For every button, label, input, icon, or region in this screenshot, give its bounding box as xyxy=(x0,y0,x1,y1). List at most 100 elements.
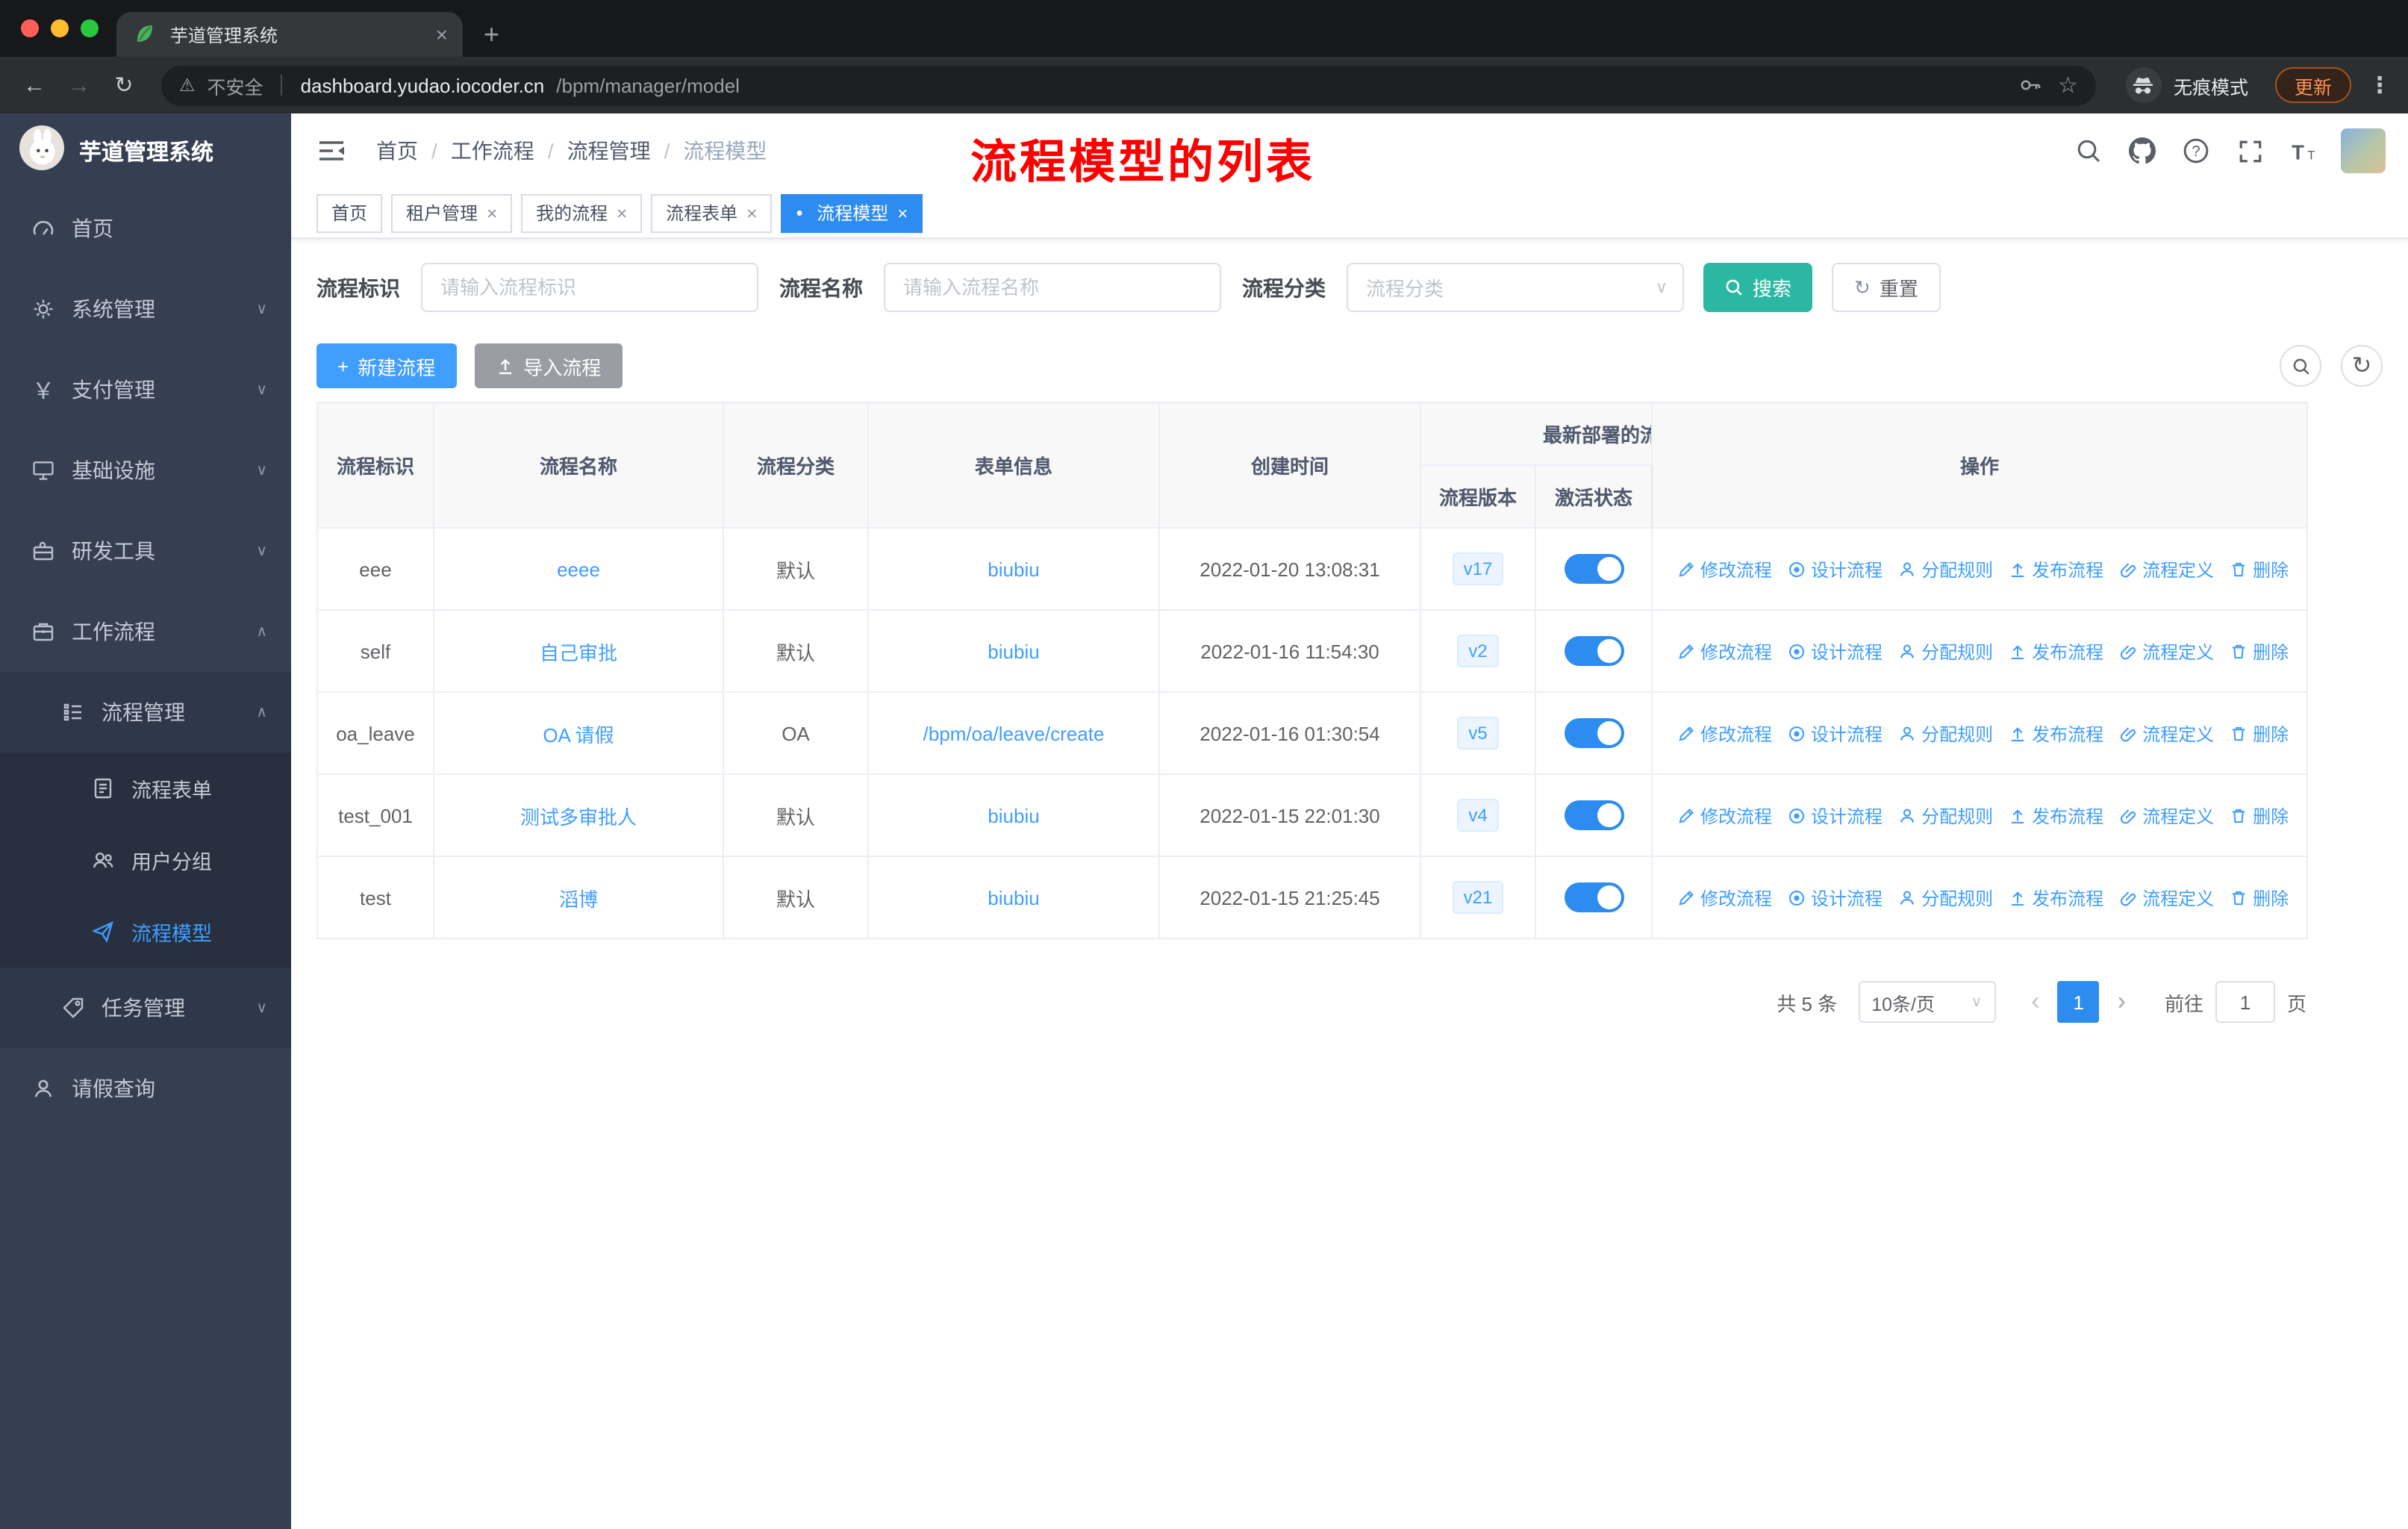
form-link[interactable]: biubiu xyxy=(988,804,1039,826)
process-key-input[interactable] xyxy=(421,263,758,312)
op-design-link[interactable]: 设计流程 xyxy=(1787,638,1883,664)
font-size-icon[interactable]: TT xyxy=(2287,134,2320,167)
op-definition-link[interactable]: 流程定义 xyxy=(2118,556,2214,582)
browser-update-button[interactable]: 更新 xyxy=(2274,67,2351,103)
active-switch[interactable] xyxy=(1564,554,1623,584)
window-close-button[interactable] xyxy=(21,19,39,37)
form-link[interactable]: /bpm/oa/leave/create xyxy=(923,722,1105,744)
op-edit-link[interactable]: 修改流程 xyxy=(1676,803,1772,828)
form-link[interactable]: biubiu xyxy=(988,640,1039,662)
collapse-sidebar-icon[interactable] xyxy=(314,133,349,169)
page-size-select[interactable]: 10条/页 ∨ xyxy=(1858,981,1996,1023)
tag-tenant[interactable]: 租户管理 × xyxy=(391,193,513,232)
search-icon[interactable] xyxy=(2072,134,2105,167)
bookmark-star-icon[interactable]: ☆ xyxy=(2058,72,2078,99)
refresh-table-button[interactable]: ↻ xyxy=(2341,345,2383,387)
sidebar-item-process-model[interactable]: 流程模型 xyxy=(0,896,291,968)
category-select[interactable]: 流程分类 ∨ xyxy=(1347,263,1684,312)
user-avatar[interactable] xyxy=(2341,128,2386,173)
show-search-button[interactable] xyxy=(2280,345,2321,387)
breadcrumb-item[interactable]: 首页 xyxy=(376,136,418,166)
password-key-icon[interactable] xyxy=(2016,72,2043,99)
close-icon[interactable]: × xyxy=(617,204,627,222)
active-switch[interactable] xyxy=(1564,718,1623,748)
op-publish-link[interactable]: 发布流程 xyxy=(2008,556,2103,582)
op-assign-link[interactable]: 分配规则 xyxy=(1897,885,1993,910)
window-minimize-button[interactable] xyxy=(51,19,69,37)
next-page-button[interactable]: › xyxy=(2118,987,2126,1017)
help-icon[interactable]: ? xyxy=(2180,134,2212,167)
github-icon[interactable] xyxy=(2126,134,2159,167)
op-publish-link[interactable]: 发布流程 xyxy=(2008,638,2103,664)
active-switch[interactable] xyxy=(1564,800,1623,830)
page-number-button[interactable]: 1 xyxy=(2057,981,2100,1023)
close-icon[interactable]: × xyxy=(897,204,908,222)
goto-page-input[interactable] xyxy=(2215,981,2275,1023)
form-link[interactable]: biubiu xyxy=(988,886,1039,909)
back-icon[interactable]: ← xyxy=(15,72,54,98)
breadcrumb-item[interactable]: 工作流程 xyxy=(451,136,534,166)
fullscreen-icon[interactable] xyxy=(2233,134,2266,167)
sidebar-item-devtools[interactable]: 研发工具 ∨ xyxy=(0,511,291,591)
new-tab-button[interactable]: + xyxy=(484,21,499,48)
process-name-link[interactable]: OA 请假 xyxy=(543,723,614,746)
op-publish-link[interactable]: 发布流程 xyxy=(2008,803,2103,828)
sidebar-item-leave-query[interactable]: 请假查询 xyxy=(0,1048,291,1129)
op-publish-link[interactable]: 发布流程 xyxy=(2008,885,2103,910)
sidebar-item-task-mgmt[interactable]: 任务管理 ∨ xyxy=(0,968,291,1048)
close-icon[interactable]: × xyxy=(487,204,497,222)
op-assign-link[interactable]: 分配规则 xyxy=(1897,803,1993,828)
op-assign-link[interactable]: 分配规则 xyxy=(1897,720,1993,746)
sidebar-item-payment[interactable]: ￥ 支付管理 ∨ xyxy=(0,349,291,430)
active-switch[interactable] xyxy=(1564,636,1623,666)
process-name-link[interactable]: 测试多审批人 xyxy=(520,806,637,828)
create-process-button[interactable]: + 新建流程 xyxy=(316,343,457,388)
op-edit-link[interactable]: 修改流程 xyxy=(1676,556,1772,582)
op-delete-link[interactable]: 删除 xyxy=(2229,803,2289,828)
browser-tab[interactable]: 芋道管理系统 × xyxy=(116,12,463,57)
import-process-button[interactable]: 导入流程 xyxy=(474,343,623,388)
tag-process-model[interactable]: ● 流程模型 × xyxy=(781,193,923,232)
active-switch[interactable] xyxy=(1564,882,1623,912)
browser-menu-icon[interactable]: ⋮ xyxy=(2366,72,2393,99)
op-definition-link[interactable]: 流程定义 xyxy=(2118,803,2214,828)
op-design-link[interactable]: 设计流程 xyxy=(1787,720,1883,746)
process-name-link[interactable]: 滔博 xyxy=(559,888,598,910)
sidebar-item-user-group[interactable]: 用户分组 xyxy=(0,824,291,896)
sidebar-item-process-mgmt[interactable]: 流程管理 ∧ xyxy=(0,672,291,753)
sidebar-item-system[interactable]: 系统管理 ∨ xyxy=(0,269,291,349)
tag-home[interactable]: 首页 xyxy=(316,193,383,232)
op-definition-link[interactable]: 流程定义 xyxy=(2118,720,2214,746)
sidebar-item-home[interactable]: 首页 xyxy=(0,188,291,269)
tab-close-icon[interactable]: × xyxy=(436,24,448,45)
op-edit-link[interactable]: 修改流程 xyxy=(1676,720,1772,746)
op-delete-link[interactable]: 删除 xyxy=(2229,556,2289,582)
tag-process-form[interactable]: 流程表单 × xyxy=(651,193,773,232)
prev-page-button[interactable]: ‹ xyxy=(2031,987,2039,1017)
sidebar-item-infra[interactable]: 基础设施 ∨ xyxy=(0,430,291,511)
forward-icon[interactable]: → xyxy=(60,72,99,98)
op-design-link[interactable]: 设计流程 xyxy=(1787,803,1883,828)
breadcrumb-item[interactable]: 流程管理 xyxy=(567,136,651,166)
op-edit-link[interactable]: 修改流程 xyxy=(1676,885,1772,910)
process-name-input[interactable] xyxy=(884,263,1221,312)
op-definition-link[interactable]: 流程定义 xyxy=(2118,638,2214,664)
window-zoom-button[interactable] xyxy=(81,19,99,37)
op-delete-link[interactable]: 删除 xyxy=(2229,720,2289,746)
op-definition-link[interactable]: 流程定义 xyxy=(2118,885,2214,910)
tag-my-process[interactable]: 我的流程 × xyxy=(521,193,643,232)
op-design-link[interactable]: 设计流程 xyxy=(1787,556,1883,582)
process-name-link[interactable]: 自己审批 xyxy=(540,641,617,664)
op-delete-link[interactable]: 删除 xyxy=(2229,885,2289,910)
close-icon[interactable]: × xyxy=(746,204,757,222)
op-publish-link[interactable]: 发布流程 xyxy=(2008,720,2103,746)
op-assign-link[interactable]: 分配规则 xyxy=(1897,638,1993,664)
op-assign-link[interactable]: 分配规则 xyxy=(1897,556,1993,582)
op-edit-link[interactable]: 修改流程 xyxy=(1676,638,1772,664)
op-design-link[interactable]: 设计流程 xyxy=(1787,885,1883,910)
sidebar-item-process-form[interactable]: 流程表单 xyxy=(0,753,291,824)
reset-button[interactable]: ↻ 重置 xyxy=(1832,263,1941,312)
reload-icon[interactable]: ↻ xyxy=(105,72,143,99)
form-link[interactable]: biubiu xyxy=(988,558,1039,580)
sidebar-item-workflow[interactable]: 工作流程 ∧ xyxy=(0,591,291,672)
